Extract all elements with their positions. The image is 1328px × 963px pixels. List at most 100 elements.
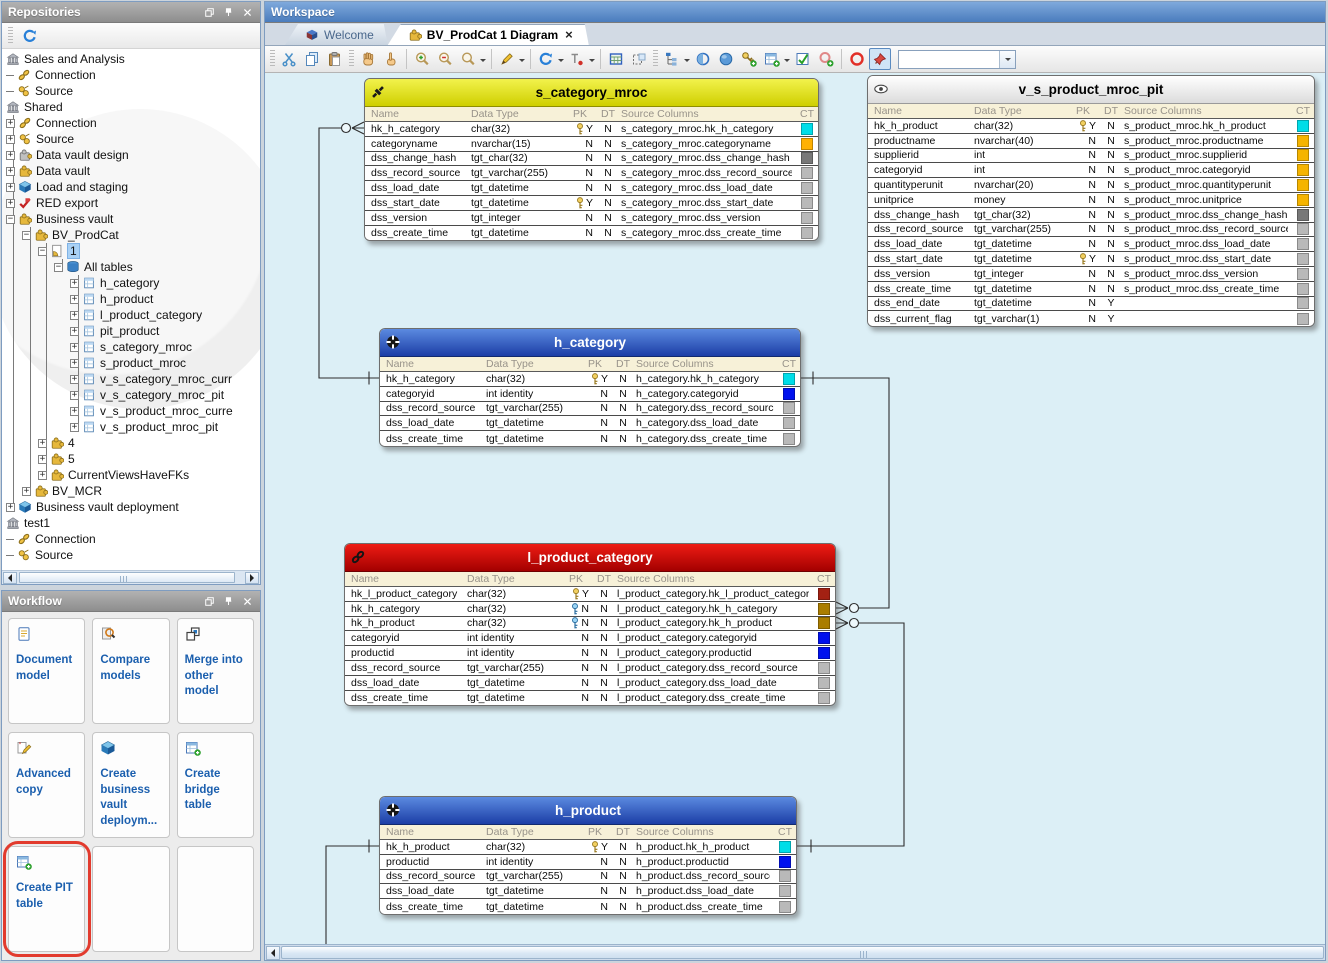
workflow-card-create-bridge-table[interactable]: Create bridge table <box>177 732 254 838</box>
circle-add-button[interactable] <box>815 48 837 70</box>
zoom-in-button[interactable] <box>411 48 433 70</box>
scroll-thumb[interactable] <box>281 946 1324 959</box>
column-row-unitprice[interactable]: unitpricemoneyNNs_product_mroc.unitprice <box>868 193 1314 208</box>
column-row-categoryid[interactable]: categoryidint identityNNl_product_catego… <box>345 631 835 646</box>
tree-item-label[interactable]: 1 <box>68 244 79 258</box>
chevron-down-icon[interactable] <box>589 59 595 65</box>
tree-item-5[interactable]: +5 <box>2 451 260 467</box>
column-row-hk_h_category[interactable]: hk_h_categorychar(32)NNl_product_categor… <box>345 602 835 617</box>
layout-tree-button[interactable] <box>661 48 683 70</box>
scroll-right-icon[interactable] <box>245 572 259 584</box>
column-row-dss_record_source[interactable]: dss_record_sourcetgt_varchar(255)NNh_cat… <box>380 402 800 417</box>
pan-hand-button[interactable] <box>357 48 379 70</box>
zoom-button[interactable] <box>457 48 479 70</box>
expand-icon[interactable]: + <box>70 327 79 336</box>
tree-item-label[interactable]: Connection <box>36 116 97 130</box>
expand-icon[interactable]: + <box>6 199 15 208</box>
close-panel-icon[interactable] <box>240 5 254 19</box>
tree-item-label[interactable]: Connection <box>35 68 96 82</box>
tree-item-v-s-product-mroc-curre[interactable]: +v_s_product_mroc_curre <box>2 403 260 419</box>
column-row-productname[interactable]: productnamenvarchar(40)NNs_product_mroc.… <box>868 134 1314 149</box>
entity-s_category_mroc[interactable]: s_category_mrocNameData TypePKDTSource C… <box>364 78 819 241</box>
column-row-dss_create_time[interactable]: dss_create_timetgt_datetimeNNs_product_m… <box>868 282 1314 297</box>
column-row-categoryname[interactable]: categorynamenvarchar(15)NNs_category_mro… <box>365 137 818 152</box>
relationship-button[interactable] <box>566 48 588 70</box>
expand-icon[interactable]: + <box>22 487 31 496</box>
expand-icon[interactable]: + <box>6 503 15 512</box>
workflow-card-create-business-vault-deploym[interactable]: Create business vault deploym... <box>92 732 169 838</box>
pin-panel-icon[interactable] <box>221 594 235 608</box>
repositories-hscrollbar[interactable] <box>2 570 260 584</box>
tree-item-label[interactable]: Source <box>36 132 74 146</box>
collapse-icon[interactable]: − <box>6 215 15 224</box>
table-add-button[interactable] <box>761 48 783 70</box>
chevron-down-icon[interactable] <box>519 59 525 65</box>
expand-icon[interactable]: + <box>38 455 47 464</box>
expand-icon[interactable]: + <box>70 311 79 320</box>
tab-bv-prodcat-1-diagram[interactable]: BV_ProdCat 1 Diagram × <box>388 24 589 45</box>
column-row-dss_record_source[interactable]: dss_record_sourcetgt_varchar(255)NNs_pro… <box>868 223 1314 238</box>
expand-icon[interactable]: + <box>70 407 79 416</box>
workflow-card-merge-into-other-model[interactable]: Merge into other model <box>177 618 254 724</box>
tree-item-label[interactable]: h_category <box>100 276 159 290</box>
tree-item-label[interactable]: Business vault deployment <box>36 500 179 514</box>
expand-icon[interactable]: + <box>70 295 79 304</box>
tree-item-source[interactable]: Source <box>2 83 260 99</box>
column-row-dss_version[interactable]: dss_versiontgt_integerNNs_category_mroc.… <box>365 211 818 226</box>
tree-item-test1[interactable]: test1 <box>2 515 260 531</box>
column-row-dss_load_date[interactable]: dss_load_datetgt_datetimeNNs_product_mro… <box>868 237 1314 252</box>
tree-item-sales-and-analysis[interactable]: Sales and Analysis <box>2 51 260 67</box>
tree-item-data-vault-design[interactable]: +Data vault design <box>2 147 260 163</box>
entity-l_product_category[interactable]: l_product_categoryNameData TypePKDTSourc… <box>344 543 836 706</box>
expand-icon[interactable]: + <box>70 279 79 288</box>
tree-item-label[interactable]: v_s_category_mroc_pit <box>100 388 224 402</box>
tree-item-label[interactable]: Load and staging <box>36 180 128 194</box>
tree-item-label[interactable]: v_s_product_mroc_pit <box>100 420 218 434</box>
chevron-down-icon[interactable] <box>558 59 564 65</box>
expand-icon[interactable]: + <box>70 391 79 400</box>
tree-item-4[interactable]: +4 <box>2 435 260 451</box>
column-row-hk_h_product[interactable]: hk_h_productchar(32)YNs_product_mroc.hk_… <box>868 119 1314 134</box>
cut-button[interactable] <box>278 48 300 70</box>
expand-icon[interactable]: + <box>70 359 79 368</box>
tree-item-label[interactable]: Source <box>35 548 73 562</box>
column-row-dss_change_hash[interactable]: dss_change_hashtgt_char(32)NNs_category_… <box>365 152 818 167</box>
tree-item-s-category-mroc[interactable]: +s_category_mroc <box>2 339 260 355</box>
tree-item-v-s-category-mroc-curr[interactable]: +v_s_category_mroc_curr <box>2 371 260 387</box>
tree-item-pit-product[interactable]: + pit_product <box>2 323 260 339</box>
diagram-filter-combobox[interactable] <box>898 50 1016 69</box>
tree-item-load-and-staging[interactable]: +Load and staging <box>2 179 260 195</box>
tree-item-label[interactable]: l_product_category <box>100 308 202 322</box>
expand-icon[interactable]: + <box>6 151 15 160</box>
column-row-hk_h_category[interactable]: hk_h_categorychar(32)YNs_category_mroc.h… <box>365 122 818 137</box>
diagram-canvas[interactable]: s_category_mrocNameData TypePKDTSource C… <box>265 73 1325 944</box>
expand-icon[interactable]: + <box>6 119 15 128</box>
column-row-dss_record_source[interactable]: dss_record_sourcetgt_varchar(255)NNs_cat… <box>365 166 818 181</box>
close-tab-icon[interactable]: × <box>563 27 575 42</box>
tree-item-label[interactable]: Connection <box>35 532 96 546</box>
key-add-button[interactable] <box>738 48 760 70</box>
tree-item-bv-prodcat[interactable]: −BV_ProdCat <box>2 227 260 243</box>
collapse-icon[interactable]: − <box>22 231 31 240</box>
workflow-card-advanced-copy[interactable]: Advanced copy <box>8 732 85 838</box>
column-row-categoryid[interactable]: categoryidintNNs_product_mroc.categoryid <box>868 163 1314 178</box>
column-row-hk_l_product_category[interactable]: hk_l_product_categorychar(32)YNl_product… <box>345 587 835 602</box>
column-row-dss_version[interactable]: dss_versiontgt_integerNNs_product_mroc.d… <box>868 267 1314 282</box>
column-row-dss_load_date[interactable]: dss_load_datetgt_datetimeNNs_category_mr… <box>365 181 818 196</box>
tree-item-label[interactable]: pit_product <box>100 324 159 338</box>
tree-item-label[interactable]: test1 <box>24 516 50 530</box>
tree-item-label[interactable]: h_product <box>100 292 153 306</box>
column-row-dss_current_flag[interactable]: dss_current_flagtgt_varchar(1)NY <box>868 311 1314 326</box>
chevron-down-icon[interactable] <box>784 59 790 65</box>
sphere-button[interactable] <box>715 48 737 70</box>
tree-item-currentviewshavefks[interactable]: +CurrentViewsHaveFKs <box>2 467 260 483</box>
paste-button[interactable] <box>324 48 346 70</box>
column-row-dss_create_time[interactable]: dss_create_timetgt_datetimeNNh_product.d… <box>380 899 796 914</box>
select-hand-button[interactable] <box>380 48 402 70</box>
tree-item-source[interactable]: Source <box>2 547 260 563</box>
tree-item-h-category[interactable]: + h_category <box>2 275 260 291</box>
scroll-left-icon[interactable] <box>266 946 280 960</box>
tree-item-label[interactable]: Sales and Analysis <box>24 52 125 66</box>
selection-button[interactable] <box>628 48 650 70</box>
column-row-dss_load_date[interactable]: dss_load_datetgt_datetimeNNh_product.dss… <box>380 884 796 899</box>
